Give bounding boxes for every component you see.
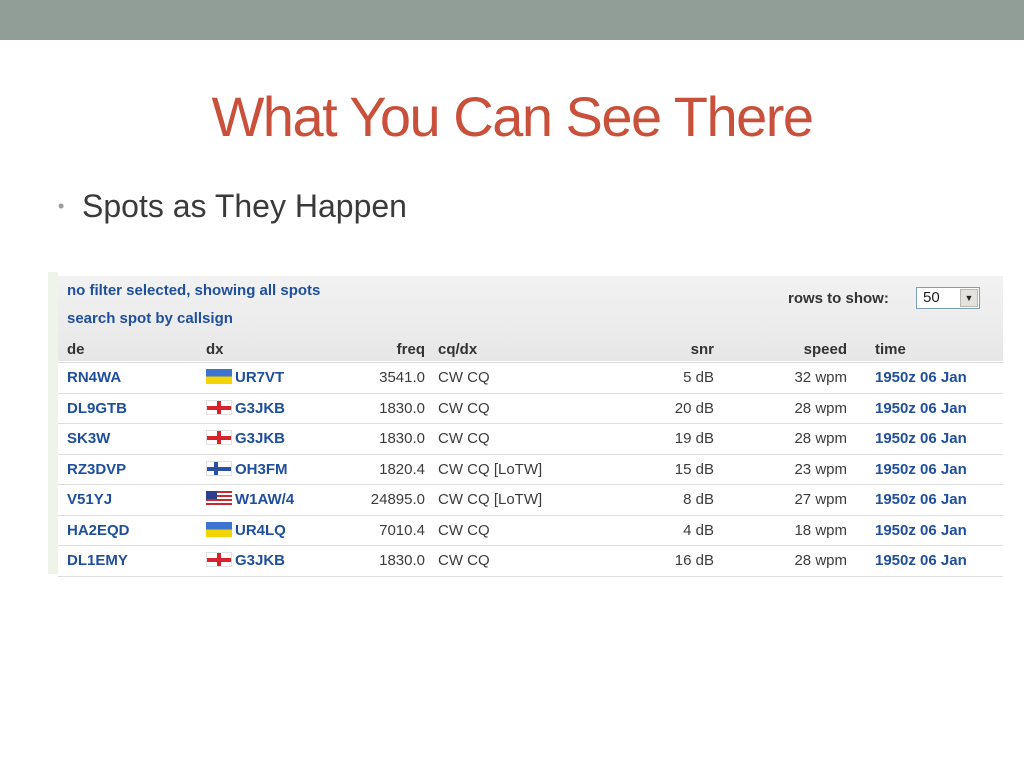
- snr-cell: 16 dB: [674, 552, 714, 569]
- col-cqdx[interactable]: cq/dx: [438, 341, 477, 358]
- england-flag-icon: [206, 552, 232, 567]
- de-callsign-link[interactable]: RZ3DVP: [67, 461, 126, 478]
- bullet-dot-icon: •: [58, 195, 65, 216]
- cq-cell: CW CQ: [438, 399, 490, 417]
- freq-cell: 1830.0: [379, 399, 425, 417]
- slide-title: What You Can See There: [211, 85, 814, 148]
- dx-callsign-link[interactable]: G3JKB: [206, 430, 285, 447]
- time-link[interactable]: 1950z 06 Jan: [875, 369, 967, 386]
- table-row: HA2EQD UR4LQ 7010.4 CW CQ 4 dB 18 wpm 19…: [58, 514, 1003, 546]
- snr-cell: 8 dB: [683, 491, 714, 508]
- time-link[interactable]: 1950z 06 Jan: [875, 400, 967, 417]
- freq-cell: 24895.0: [370, 491, 425, 508]
- spots-table-body: RN4WA UR7VT 3541.0 CW CQ 5 dB 32 wpm 195…: [58, 362, 1003, 577]
- spots-header: no filter selected, showing all spots se…: [58, 276, 1003, 361]
- de-callsign-link[interactable]: HA2EQD: [67, 522, 130, 539]
- ukraine-flag-icon: [206, 369, 232, 384]
- speed-cell: 28 wpm: [794, 430, 847, 447]
- table-row: DL9GTB G3JKB 1830.0 CW CQ 20 dB 28 wpm 1…: [58, 392, 1003, 424]
- col-snr[interactable]: snr: [691, 341, 714, 358]
- spots-table-screenshot: no filter selected, showing all spots se…: [48, 272, 1004, 577]
- dx-callsign-link[interactable]: UR7VT: [206, 369, 284, 386]
- speed-cell: 28 wpm: [794, 552, 847, 569]
- table-row: V51YJ W1AW/4 24895.0 CW CQ [LoTW] 8 dB 2…: [58, 484, 1003, 515]
- time-link[interactable]: 1950z 06 Jan: [875, 461, 967, 478]
- table-row: RN4WA UR7VT 3541.0 CW CQ 5 dB 32 wpm 195…: [58, 362, 1003, 393]
- snr-cell: 19 dB: [674, 430, 714, 447]
- slide-top-bar: [0, 0, 1024, 40]
- bullet-item: • Spots as They Happen: [58, 186, 407, 226]
- snr-cell: 5 dB: [683, 369, 714, 386]
- snr-cell: 20 dB: [674, 399, 714, 417]
- col-time[interactable]: time: [875, 341, 906, 358]
- table-row: SK3W G3JKB 1830.0 CW CQ 19 dB 28 wpm 195…: [58, 423, 1003, 454]
- cq-cell: CW CQ: [438, 552, 490, 569]
- table-row: DL1EMY G3JKB 1830.0 CW CQ 16 dB 28 wpm 1…: [58, 545, 1003, 577]
- col-speed[interactable]: speed: [804, 341, 847, 358]
- col-de[interactable]: de: [67, 341, 85, 358]
- finland-flag-icon: [206, 460, 232, 476]
- column-header-row: de dx freq cq/dx snr speed time: [58, 338, 1003, 364]
- speed-cell: 27 wpm: [794, 491, 847, 508]
- col-freq[interactable]: freq: [397, 341, 425, 358]
- speed-cell: 28 wpm: [794, 399, 847, 417]
- freq-cell: 7010.4: [379, 521, 425, 539]
- de-callsign-link[interactable]: SK3W: [67, 430, 110, 447]
- time-link[interactable]: 1950z 06 Jan: [875, 552, 967, 569]
- england-flag-icon: [206, 399, 232, 415]
- cq-cell: CW CQ: [438, 430, 490, 447]
- search-callsign-link[interactable]: search spot by callsign: [67, 310, 233, 327]
- dx-callsign-link[interactable]: G3JKB: [206, 399, 285, 417]
- dx-callsign-link[interactable]: G3JKB: [206, 552, 285, 569]
- cq-cell: CW CQ [LoTW]: [438, 491, 543, 508]
- dx-callsign-link[interactable]: W1AW/4: [206, 491, 294, 508]
- de-callsign-link[interactable]: RN4WA: [67, 369, 121, 386]
- freq-cell: 1830.0: [379, 430, 425, 447]
- england-flag-icon: [206, 430, 232, 445]
- rows-to-show-value: 50: [923, 289, 940, 306]
- ukraine-flag-icon: [206, 521, 232, 537]
- cq-cell: CW CQ: [438, 369, 490, 386]
- dx-callsign-link[interactable]: OH3FM: [206, 460, 288, 478]
- table-row: RZ3DVP OH3FM 1820.4 CW CQ [LoTW] 15 dB 2…: [58, 453, 1003, 485]
- speed-cell: 18 wpm: [794, 521, 847, 539]
- speed-cell: 32 wpm: [794, 369, 847, 386]
- snr-cell: 4 dB: [683, 521, 714, 539]
- filter-link[interactable]: no filter selected, showing all spots: [67, 282, 320, 299]
- snr-cell: 15 dB: [674, 460, 714, 478]
- time-link[interactable]: 1950z 06 Jan: [875, 522, 967, 539]
- de-callsign-link[interactable]: DL1EMY: [67, 552, 128, 569]
- dx-callsign-link[interactable]: UR4LQ: [206, 521, 286, 539]
- speed-cell: 23 wpm: [794, 460, 847, 478]
- rows-to-show-select[interactable]: 50 ▼: [916, 287, 980, 309]
- col-dx[interactable]: dx: [206, 341, 224, 358]
- time-link[interactable]: 1950z 06 Jan: [875, 491, 967, 508]
- freq-cell: 1820.4: [379, 460, 425, 478]
- time-link[interactable]: 1950z 06 Jan: [875, 430, 967, 447]
- freq-cell: 3541.0: [379, 369, 425, 386]
- de-callsign-link[interactable]: V51YJ: [67, 491, 112, 508]
- freq-cell: 1830.0: [379, 552, 425, 569]
- de-callsign-link[interactable]: DL9GTB: [67, 400, 127, 417]
- cq-cell: CW CQ: [438, 521, 490, 539]
- panel-edge: [48, 272, 58, 574]
- bullet-text: Spots as They Happen: [82, 188, 407, 224]
- chevron-down-icon[interactable]: ▼: [960, 289, 978, 307]
- rows-to-show-label: rows to show:: [788, 290, 889, 307]
- usa-flag-icon: [206, 491, 232, 506]
- cq-cell: CW CQ [LoTW]: [438, 460, 543, 478]
